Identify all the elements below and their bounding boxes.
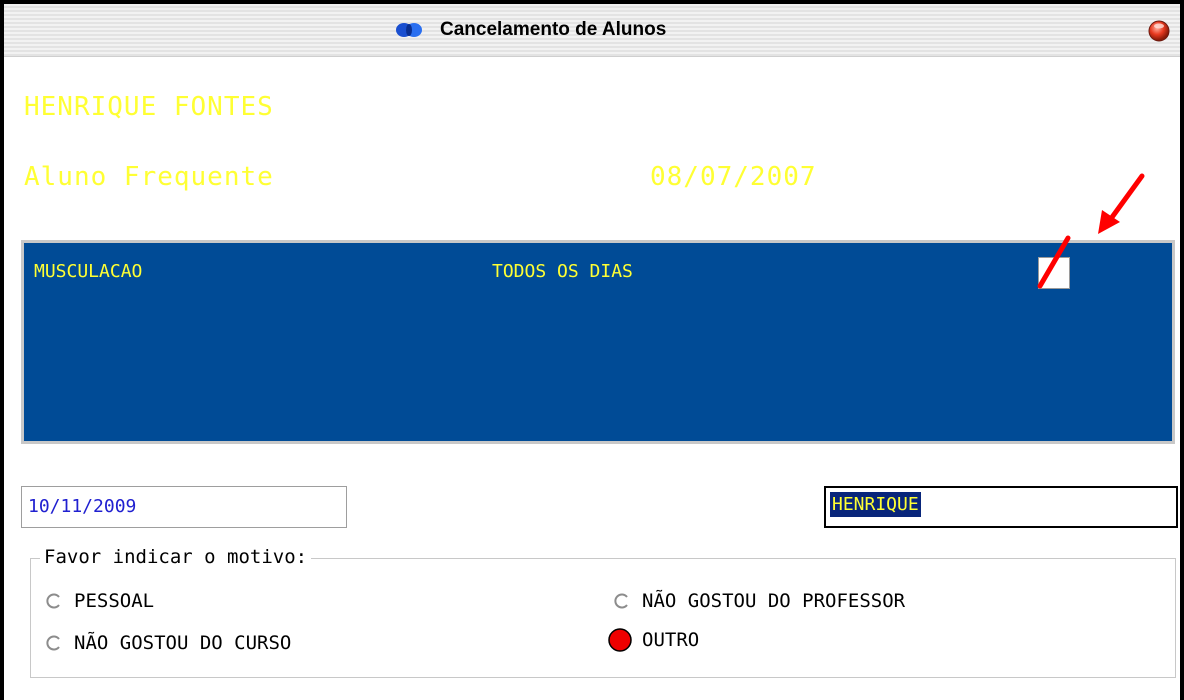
radio-unselected-icon[interactable] bbox=[614, 593, 630, 609]
client-name-value: HENRIQUE FONTES bbox=[24, 92, 274, 122]
radio-unselected-icon[interactable] bbox=[46, 593, 62, 609]
radio-selected-icon[interactable] bbox=[608, 628, 632, 652]
cancel-date-field[interactable]: 10/11/2009 bbox=[21, 486, 347, 528]
description-label: Descrição do Motivo do Cancelamento bbox=[24, 692, 421, 700]
reason-option-label: PESSOAL bbox=[74, 590, 155, 612]
activities-column-header: Atividades : bbox=[24, 216, 161, 237]
classes-column-header: Turmas : bbox=[500, 216, 591, 237]
window-title: Cancelamento de Alunos bbox=[440, 19, 667, 40]
reason-option-label: NÃO GOSTOU DO CURSO bbox=[74, 632, 292, 654]
reason-option-nao-gostou-professor[interactable]: NÃO GOSTOU DO PROFESSOR bbox=[614, 590, 905, 612]
cancellation-window: Cancelamento de Alunos Nome do Cliente :… bbox=[0, 0, 1184, 700]
app-logo-icon bbox=[396, 23, 422, 37]
red-arrow-icon bbox=[1037, 173, 1145, 289]
reason-option-label: NÃO GOSTOU DO PROFESSOR bbox=[642, 590, 906, 612]
remido-date-label: Data Remido : bbox=[650, 138, 798, 159]
close-icon[interactable] bbox=[1148, 20, 1170, 42]
title-group: Cancelamento de Alunos bbox=[394, 18, 666, 42]
category-value: Aluno Frequente bbox=[24, 162, 274, 192]
radio-unselected-icon[interactable] bbox=[46, 635, 62, 651]
reason-option-nao-gostou-curso[interactable]: NÃO GOSTOU DO CURSO bbox=[46, 632, 291, 654]
cancel-date-label: Data do Cancelamento bbox=[24, 460, 251, 481]
operator-field[interactable]: HENRIQUE bbox=[824, 486, 1178, 528]
class-cell: TODOS OS DIAS bbox=[492, 261, 633, 282]
reason-option-outro[interactable]: OUTRO bbox=[608, 628, 699, 652]
remido-date-value: 08/07/2007 bbox=[650, 162, 817, 192]
activity-cell: MUSCULACAO bbox=[34, 261, 143, 282]
reason-option-pessoal[interactable]: PESSOAL bbox=[46, 590, 154, 612]
activities-list[interactable]: MUSCULACAO TODOS OS DIAS bbox=[21, 240, 1175, 444]
reason-legend: Favor indicar o motivo: bbox=[40, 546, 312, 568]
client-name-label: Nome do Cliente : bbox=[24, 68, 217, 89]
title-bar[interactable]: Cancelamento de Alunos bbox=[4, 4, 1180, 57]
reason-group bbox=[30, 558, 1176, 678]
reason-option-label: OUTRO bbox=[642, 629, 700, 651]
operator-value: HENRIQUE bbox=[830, 492, 921, 517]
operator-label: Operador bbox=[832, 460, 923, 481]
category-label: Categoria : bbox=[24, 138, 149, 159]
table-row[interactable]: MUSCULACAO TODOS OS DIAS bbox=[24, 257, 1172, 289]
